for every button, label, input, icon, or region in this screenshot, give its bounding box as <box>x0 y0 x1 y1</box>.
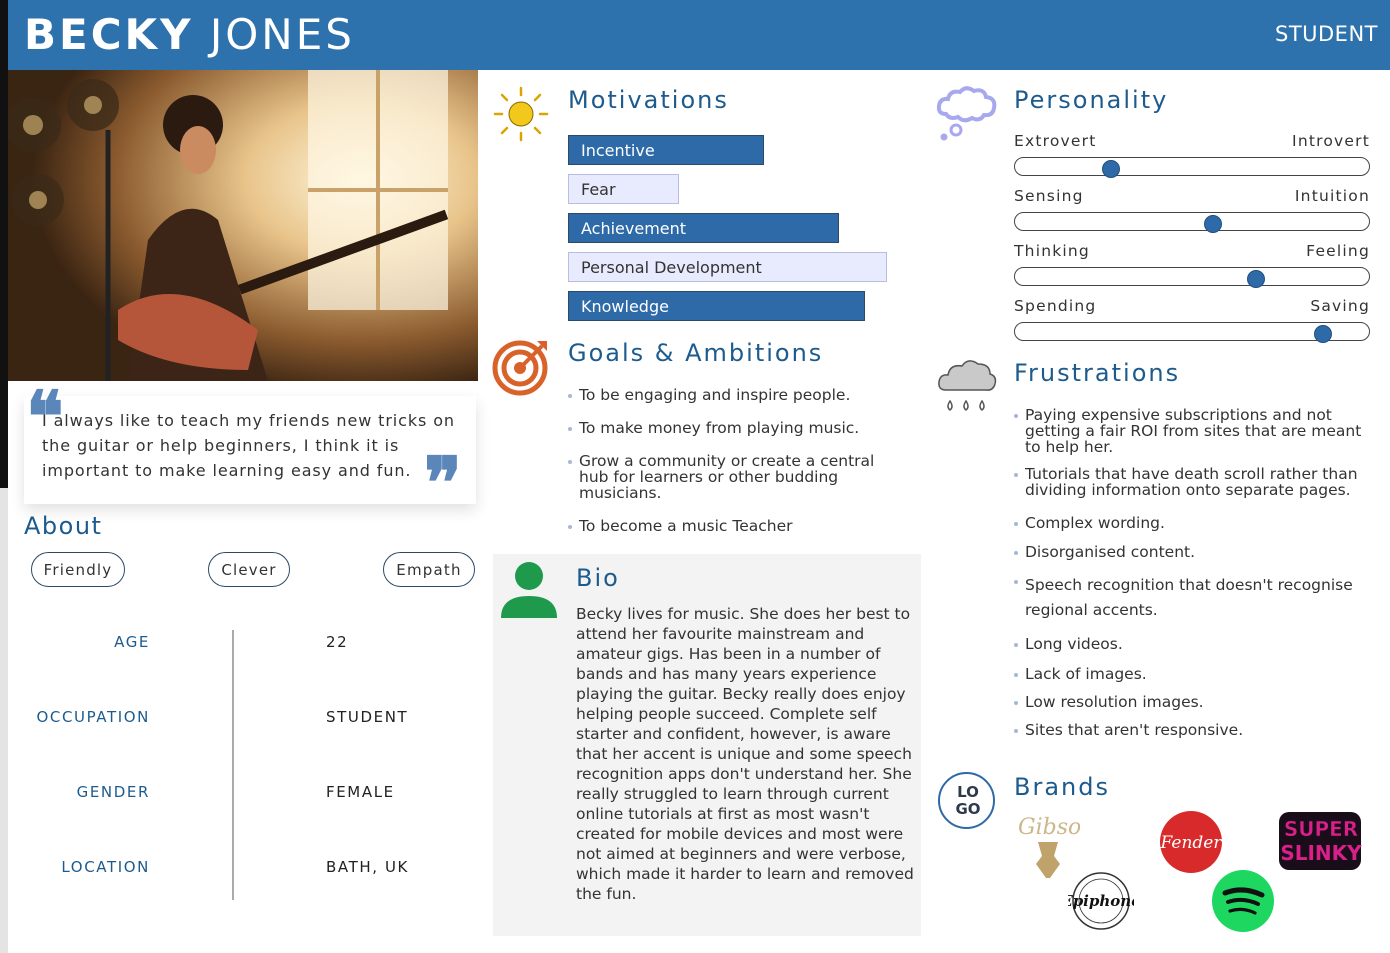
motivation-bar-knowledge: Knowledge <box>568 291 865 321</box>
brands-title: Brands <box>1014 773 1110 801</box>
target-icon <box>492 337 552 401</box>
logo-placeholder-icon: LO GO <box>938 772 995 829</box>
motivation-bar-fear: Fear <box>568 174 679 204</box>
bio-text: Becky lives for music. She does her best… <box>576 605 914 903</box>
info-label-occupation: OCCUPATION <box>36 708 150 726</box>
slider-knob <box>1101 160 1120 178</box>
about-title: About <box>24 512 103 540</box>
frustration-item: Sites that aren't responsive. <box>1014 722 1374 738</box>
personality-title: Personality <box>1014 86 1169 114</box>
logo-placeholder-text: LO GO <box>955 783 981 818</box>
sun-icon <box>492 85 550 147</box>
trait-left-label: Spending <box>1014 297 1097 315</box>
persona-name: BECKY JONES <box>24 10 355 59</box>
info-divider <box>232 630 234 900</box>
trait-right-label: Intuition <box>1294 187 1370 205</box>
slider-track <box>1014 157 1370 178</box>
frustration-item: Low resolution images. <box>1014 694 1374 710</box>
trait-right-label: Introvert <box>1292 132 1370 150</box>
bio-title: Bio <box>576 564 620 592</box>
trait-left-label: Sensing <box>1014 187 1084 205</box>
frustrations-list: Paying expensive subscriptions and not g… <box>1014 407 1374 738</box>
motivation-bar-incentive: Incentive <box>568 135 764 165</box>
goals-title: Goals & Ambitions <box>568 339 824 367</box>
slider-knob <box>1246 270 1265 288</box>
trait-pill: Clever <box>208 552 290 587</box>
frustration-item: Speech recognition that doesn't recognis… <box>1014 573 1374 623</box>
frustrations-title: Frustrations <box>1014 359 1181 387</box>
bio-card: Bio Becky lives for music. She does her … <box>493 554 921 936</box>
spotify-logo <box>1211 869 1275 937</box>
left-edge-bar <box>0 0 8 488</box>
frustration-item: Paying expensive subscriptions and not g… <box>1014 407 1374 455</box>
info-label-age: AGE <box>114 633 150 651</box>
info-value-age: 22 <box>326 633 349 651</box>
quote-card: ❝ I always like to teach my friends new … <box>24 382 476 518</box>
trait-left-label: Thinking <box>1014 242 1090 260</box>
goal-item: To be engaging and inspire people. <box>568 387 903 403</box>
frustration-item: Long videos. <box>1014 636 1374 652</box>
trait-right-label: Saving <box>1310 297 1370 315</box>
trait-pill: Friendly <box>31 552 125 587</box>
rain-cloud-icon <box>936 354 998 420</box>
motivations-title: Motivations <box>568 86 729 114</box>
close-quote-icon: ❞ <box>424 441 462 524</box>
svg-text:SUPER: SUPER <box>1284 817 1358 841</box>
trait-left-label: Extrovert <box>1014 132 1097 150</box>
frustration-item: Lack of images. <box>1014 666 1374 682</box>
super-slinky-logo: SUPER SLINKY <box>1277 808 1365 878</box>
motivation-bar-achievement: Achievement <box>568 213 839 243</box>
goal-item: To become a music Teacher <box>568 518 903 534</box>
fender-logo: Fender <box>1159 810 1223 878</box>
slider-track <box>1014 212 1370 233</box>
svg-text:Gibson: Gibson <box>1018 815 1080 840</box>
trait-pill: Empath <box>383 552 475 587</box>
info-label-location: LOCATION <box>61 858 150 876</box>
person-icon <box>500 560 558 624</box>
trait-right-label: Feeling <box>1306 242 1370 260</box>
svg-text:SLINKY: SLINKY <box>1280 841 1362 865</box>
frustration-item: Tutorials that have death scroll rather … <box>1014 466 1374 498</box>
motivation-bar-personal-development: Personal Development <box>568 252 887 282</box>
frustration-item: Disorganised content. <box>1014 544 1374 560</box>
info-label-gender: GENDER <box>76 783 150 801</box>
frustration-item: Complex wording. <box>1014 515 1374 531</box>
epiphone-logo: Epiphone <box>1060 870 1141 936</box>
svg-text:Epiphone: Epiphone <box>1068 892 1134 910</box>
quote-text: I always like to teach my friends new tr… <box>42 411 455 480</box>
slider-track <box>1014 322 1370 343</box>
goal-item: To make money from playing music. <box>568 420 903 436</box>
thought-cloud-icon <box>936 84 998 148</box>
goals-list: To be engaging and inspire people. To ma… <box>568 387 903 534</box>
slider-knob <box>1313 325 1332 343</box>
goal-item: Grow a community or create a central hub… <box>568 453 903 501</box>
header-banner: BECKY JONES STUDENT <box>8 0 1390 70</box>
persona-role: STUDENT <box>1274 22 1378 46</box>
persona-photo <box>8 70 478 381</box>
svg-text:Fender: Fender <box>1160 833 1223 853</box>
info-value-gender: FEMALE <box>326 783 395 801</box>
info-value-occupation: STUDENT <box>326 708 409 726</box>
info-value-location: BATH, UK <box>326 858 409 876</box>
slider-knob <box>1204 215 1223 233</box>
slider-track <box>1014 267 1370 288</box>
